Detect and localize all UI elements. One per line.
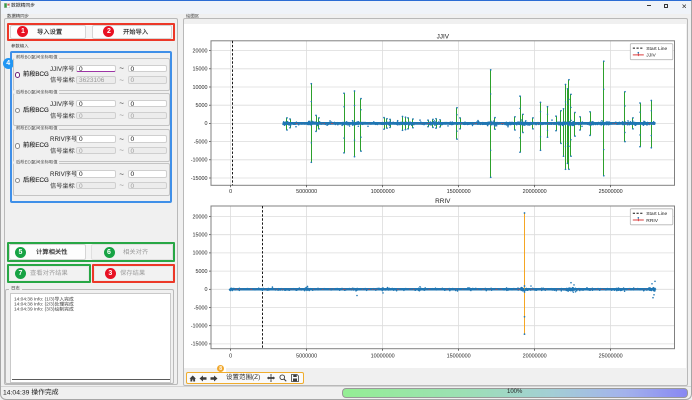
svg-text:5000: 5000 <box>196 103 208 109</box>
svg-text:JJIV: JJIV <box>50 101 63 108</box>
svg-text:15000000: 15000000 <box>447 189 471 195</box>
svg-text:0: 0 <box>229 189 232 195</box>
svg-text:0: 0 <box>229 353 232 359</box>
svg-text:15000000: 15000000 <box>447 353 471 359</box>
svg-text:RRIV: RRIV <box>50 171 66 178</box>
svg-text:0: 0 <box>205 287 208 293</box>
svg-text:5000: 5000 <box>196 268 208 274</box>
svg-text:-5000: -5000 <box>194 139 208 145</box>
svg-text:JJIV: JJIV <box>50 65 63 72</box>
svg-text:ECG: ECG <box>35 142 49 149</box>
svg-text:5000000: 5000000 <box>296 189 317 195</box>
svg-text:20000000: 20000000 <box>523 189 547 195</box>
svg-text:5000000: 5000000 <box>296 353 317 359</box>
svg-text:20000000: 20000000 <box>523 353 547 359</box>
svg-text:RRIV: RRIV <box>50 136 66 143</box>
svg-text:15000: 15000 <box>193 232 208 238</box>
svg-text:10000: 10000 <box>193 250 208 256</box>
svg-text:-5000: -5000 <box>194 305 208 311</box>
svg-text:-15000: -15000 <box>191 341 208 347</box>
svg-text:RRIV: RRIV <box>646 217 658 223</box>
svg-text:-10000: -10000 <box>191 157 208 163</box>
svg-text:20000: 20000 <box>193 214 208 220</box>
svg-text:10000: 10000 <box>193 84 208 90</box>
svg-text:-10000: -10000 <box>191 323 208 329</box>
svg-text:25000000: 25000000 <box>599 353 623 359</box>
svg-text:14:04:39 Info: (3/3): 14:04:39 Info: (3/3) <box>14 307 55 313</box>
svg-text:Start Line: Start Line <box>646 45 667 51</box>
svg-text:10000000: 10000000 <box>371 189 395 195</box>
svg-text:25000000: 25000000 <box>599 189 623 195</box>
svg-text:20000: 20000 <box>193 48 208 54</box>
svg-text:15000: 15000 <box>193 66 208 72</box>
svg-text:JJIV: JJIV <box>437 33 450 40</box>
svg-text:BCG: BCG <box>35 71 49 78</box>
svg-text:0: 0 <box>205 121 208 127</box>
svg-text:Start Line: Start Line <box>646 211 667 217</box>
svg-text:JJIV: JJIV <box>646 52 656 58</box>
svg-text:(Z): (Z) <box>252 374 260 381</box>
svg-text:-15000: -15000 <box>191 175 208 181</box>
svg-text:RRIV: RRIV <box>435 198 451 205</box>
svg-text:10000000: 10000000 <box>371 353 395 359</box>
svg-text:BCG: BCG <box>35 107 49 114</box>
svg-text:ECG: ECG <box>35 177 49 184</box>
svg-text:14:04:39: 14:04:39 <box>3 389 31 396</box>
